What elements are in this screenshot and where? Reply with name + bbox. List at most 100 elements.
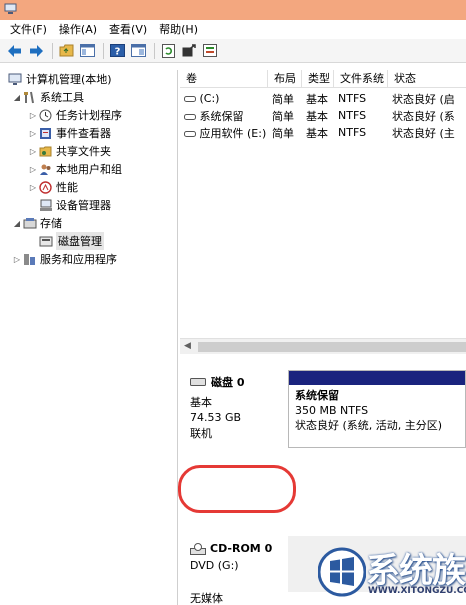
partition-name: 系统保留 (295, 389, 339, 402)
svg-text:?: ? (114, 47, 120, 58)
disk-size: 74.53 GB (190, 411, 242, 424)
export-icon[interactable] (180, 42, 198, 60)
watermark-text: 系统族 (366, 551, 466, 591)
disk-kind: 基本 (190, 396, 212, 409)
menu-file[interactable]: 文件(F) (10, 20, 47, 39)
volume-name: 系统保留 (180, 108, 268, 124)
tree-label: 任务计划程序 (56, 109, 122, 122)
tree-item-storage[interactable]: ◢ 存储 (12, 214, 62, 232)
expanded-arrow-icon[interactable]: ◢ (12, 93, 22, 102)
tree-label: 磁盘管理 (56, 232, 104, 250)
volume-icon (184, 96, 196, 102)
task-scheduler-icon (38, 108, 53, 122)
menu-bar: 文件(F) 操作(A) 查看(V) 帮助(H) (0, 20, 466, 39)
partition-size: 350 MB NTFS (295, 404, 369, 417)
collapsed-arrow-icon[interactable]: ▷ (28, 147, 38, 156)
tree-label: 事件查看器 (56, 127, 111, 140)
highlight-circle (178, 465, 296, 513)
volume-list-header: 卷 布局 类型 文件系统 状态 (180, 70, 466, 88)
column-header-volume[interactable]: 卷 (180, 70, 268, 88)
tree-item-performance[interactable]: ▷ 性能 (28, 178, 78, 196)
tree-label: 计算机管理(本地) (26, 73, 112, 86)
tree-item-shared-folders[interactable]: ▷ 共享文件夹 (28, 142, 111, 160)
volume-name: (C:) (180, 92, 268, 105)
partition-system-reserved[interactable]: 系统保留 350 MB NTFS 状态良好 (系统, 活动, 主分区) (288, 370, 466, 448)
back-arrow-icon[interactable] (6, 42, 24, 60)
shared-folders-icon (38, 144, 53, 158)
title-bar (0, 0, 466, 20)
volume-layout: 简单 (272, 109, 294, 123)
volume-filesystem: NTFS (338, 126, 367, 139)
collapsed-arrow-icon[interactable]: ▷ (28, 165, 38, 174)
scrollbar-thumb[interactable] (198, 342, 466, 352)
toolbar-separator (154, 42, 155, 59)
tree-label: 设备管理器 (56, 199, 111, 212)
device-manager-icon (38, 198, 53, 212)
tree-label: 服务和应用程序 (40, 253, 117, 266)
cdrom-0-info[interactable]: CD-ROM 0 DVD (G:) 无媒体 (190, 542, 272, 605)
toolbar-separator (103, 42, 104, 59)
tree-item-computer-management[interactable]: 计算机管理(本地) (8, 70, 112, 88)
tree-item-disk-management[interactable]: 磁盘管理 (38, 232, 104, 250)
tree-item-event-viewer[interactable]: ▷ 事件查看器 (28, 124, 111, 142)
menu-help[interactable]: 帮助(H) (159, 20, 198, 39)
refresh-icon[interactable] (159, 42, 177, 60)
disk-state: 联机 (190, 427, 212, 440)
collapsed-arrow-icon[interactable]: ▷ (12, 255, 22, 264)
scroll-left-icon[interactable]: ◀ (184, 341, 191, 351)
column-header-type[interactable]: 类型 (302, 70, 334, 88)
options-icon[interactable] (201, 42, 219, 60)
cdrom-drive: DVD (G:) (190, 559, 239, 572)
forward-arrow-icon[interactable] (27, 42, 45, 60)
disk-0-info[interactable]: 磁盘 0 基本 74.53 GB 联机 (190, 374, 244, 441)
expanded-arrow-icon[interactable]: ◢ (12, 219, 22, 228)
tree-item-task-scheduler[interactable]: ▷ 任务计划程序 (28, 106, 122, 124)
menu-action[interactable]: 操作(A) (59, 20, 97, 39)
computer-management-icon (8, 72, 23, 86)
properties-icon[interactable] (129, 42, 147, 60)
tree-item-system-tools[interactable]: ◢ 系统工具 (12, 88, 84, 106)
help-icon[interactable]: ? (108, 42, 126, 60)
toolbar: ? (0, 39, 466, 63)
partition-status: 状态良好 (系统, 活动, 主分区) (295, 419, 443, 432)
volume-type: 基本 (306, 109, 328, 123)
volume-pane: 卷 布局 类型 文件系统 状态 (C:) 简单 基本 NTFS 状态良好 (启 … (180, 70, 466, 605)
collapsed-arrow-icon[interactable]: ▷ (28, 183, 38, 192)
tree-label: 系统工具 (40, 91, 84, 104)
local-users-icon (38, 162, 53, 176)
console-view-icon[interactable] (78, 42, 96, 60)
tree-item-device-manager[interactable]: 设备管理器 (38, 196, 111, 214)
volume-status: 状态良好 (系 (392, 109, 455, 123)
column-header-filesystem[interactable]: 文件系统 (334, 70, 388, 88)
volume-filesystem: NTFS (338, 109, 367, 122)
column-header-layout[interactable]: 布局 (268, 70, 302, 88)
watermark-url: WWW.XITONGZU.COM (368, 586, 466, 596)
folder-up-icon[interactable] (57, 42, 75, 60)
collapsed-arrow-icon[interactable]: ▷ (28, 129, 38, 138)
tree-label: 本地用户和组 (56, 163, 122, 176)
volume-type: 基本 (306, 126, 328, 140)
horizontal-scrollbar[interactable]: ◀ (180, 338, 466, 354)
tree-label: 存储 (40, 217, 62, 230)
cdrom-media: 无媒体 (190, 592, 223, 605)
volume-layout: 简单 (272, 126, 294, 140)
volume-layout: 简单 (272, 92, 294, 106)
tree-item-services-apps[interactable]: ▷ 服务和应用程序 (12, 250, 117, 268)
tree-label: 共享文件夹 (56, 145, 111, 158)
column-header-status[interactable]: 状态 (388, 70, 466, 88)
services-apps-icon (22, 252, 37, 266)
volume-row[interactable]: 系统保留 简单 基本 NTFS 状态良好 (系 (180, 107, 466, 124)
volume-row[interactable]: (C:) 简单 基本 NTFS 状态良好 (启 (180, 90, 466, 107)
tree-item-local-users[interactable]: ▷ 本地用户和组 (28, 160, 122, 178)
volume-row[interactable]: 应用软件 (E:) 简单 基本 NTFS 状态良好 (主 (180, 124, 466, 141)
volume-name: 应用软件 (E:) (180, 125, 268, 141)
volume-status: 状态良好 (主 (392, 126, 455, 140)
watermark: 系统族 WWW.XITONGZU.COM (316, 543, 466, 605)
partition-header-bar (289, 371, 465, 385)
performance-icon (38, 180, 53, 194)
storage-icon (22, 216, 37, 230)
menu-view[interactable]: 查看(V) (109, 20, 147, 39)
disk-management-icon (38, 234, 53, 248)
collapsed-arrow-icon[interactable]: ▷ (28, 111, 38, 120)
volume-filesystem: NTFS (338, 92, 367, 105)
